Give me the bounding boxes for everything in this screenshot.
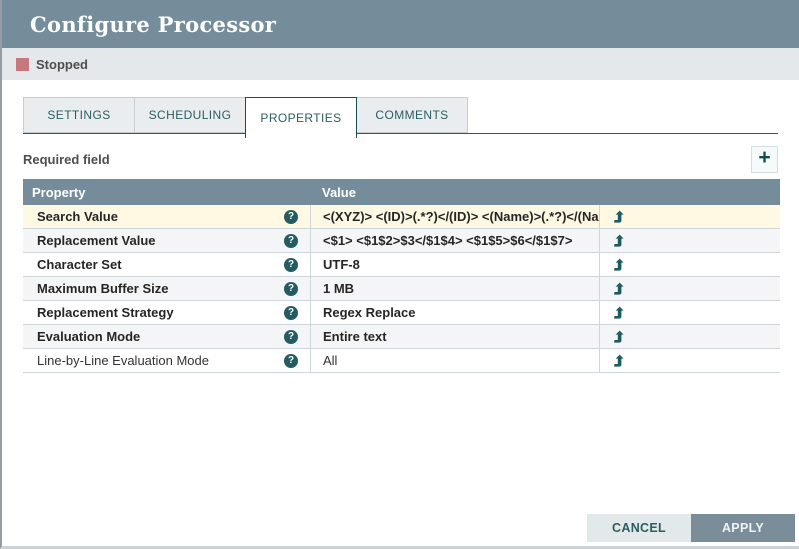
property-name: Maximum Buffer Size <box>37 281 284 296</box>
tab-comments[interactable]: COMMENTS <box>356 97 468 133</box>
column-header-value: Value <box>310 185 599 200</box>
tab-scheduling[interactable]: SCHEDULING <box>134 97 246 133</box>
table-row[interactable]: Maximum Buffer Size ? 1 MB <box>23 277 780 301</box>
tab-settings[interactable]: SETTINGS <box>23 97 135 133</box>
column-header-property: Property <box>23 185 310 200</box>
help-icon[interactable]: ? <box>284 354 298 368</box>
configure-processor-dialog: Configure Processor Stopped SETTINGS SCH… <box>0 0 799 549</box>
table-row[interactable]: Character Set ? UTF-8 <box>23 253 780 277</box>
property-value[interactable]: Regex Replace <box>310 301 599 324</box>
property-value[interactable]: Entire text <box>310 325 599 348</box>
property-value[interactable]: <$1> <$1$2>$3</$1$4> <$1$5>$6</$1$7> <box>310 229 599 252</box>
apply-button[interactable]: APPLY <box>691 514 795 542</box>
properties-table-body: Search Value ? <(XYZ)> <(ID)>(.*?)</(ID)… <box>23 205 780 373</box>
property-cell: Line-by-Line Evaluation Mode ? <box>23 349 310 372</box>
action-cell <box>599 301 780 324</box>
help-icon[interactable]: ? <box>284 330 298 344</box>
property-cell: Character Set ? <box>23 253 310 276</box>
property-name: Search Value <box>37 209 284 224</box>
add-property-button[interactable]: + <box>751 146 778 173</box>
property-value[interactable]: 1 MB <box>310 277 599 300</box>
dialog-content: SETTINGS SCHEDULING PROPERTIES COMMENTS … <box>2 97 799 373</box>
property-cell: Evaluation Mode ? <box>23 325 310 348</box>
level-up-arrow-icon[interactable] <box>613 354 625 367</box>
action-cell <box>599 277 780 300</box>
table-row[interactable]: Search Value ? <(XYZ)> <(ID)>(.*?)</(ID)… <box>23 205 780 229</box>
help-icon[interactable]: ? <box>284 210 298 224</box>
dialog-footer: CANCEL APPLY <box>587 514 795 542</box>
property-value[interactable]: All <box>310 349 599 372</box>
property-name: Evaluation Mode <box>37 329 284 344</box>
status-label: Stopped <box>36 57 88 72</box>
property-name: Replacement Value <box>37 233 284 248</box>
level-up-arrow-icon[interactable] <box>613 210 625 223</box>
help-icon[interactable]: ? <box>284 282 298 296</box>
properties-table: Property Value Search Value ? <(XYZ)> <(… <box>23 179 780 373</box>
action-cell <box>599 325 780 348</box>
properties-toolbar: Required field + <box>23 139 778 179</box>
level-up-arrow-icon[interactable] <box>613 306 625 319</box>
help-icon[interactable]: ? <box>284 234 298 248</box>
property-name: Character Set <box>37 257 284 272</box>
action-cell <box>599 349 780 372</box>
property-cell: Maximum Buffer Size ? <box>23 277 310 300</box>
status-bar: Stopped <box>2 48 799 80</box>
tab-bar: SETTINGS SCHEDULING PROPERTIES COMMENTS <box>23 97 778 138</box>
table-row[interactable]: Replacement Value ? <$1> <$1$2>$3</$1$4>… <box>23 229 780 253</box>
table-row[interactable]: Evaluation Mode ? Entire text <box>23 325 780 349</box>
stopped-status-icon <box>16 58 29 71</box>
table-row[interactable]: Replacement Strategy ? Regex Replace <box>23 301 780 325</box>
dialog-titlebar: Configure Processor <box>2 0 799 48</box>
property-name: Replacement Strategy <box>37 305 284 320</box>
property-name: Line-by-Line Evaluation Mode <box>37 353 284 368</box>
table-header: Property Value <box>23 179 780 205</box>
required-field-label: Required field <box>23 152 110 167</box>
level-up-arrow-icon[interactable] <box>613 234 625 247</box>
action-cell <box>599 253 780 276</box>
property-cell: Search Value ? <box>23 205 310 228</box>
help-icon[interactable]: ? <box>284 306 298 320</box>
action-cell <box>599 229 780 252</box>
cancel-button[interactable]: CANCEL <box>587 514 691 542</box>
help-icon[interactable]: ? <box>284 258 298 272</box>
add-icon: + <box>758 147 770 168</box>
level-up-arrow-icon[interactable] <box>613 282 625 295</box>
property-cell: Replacement Strategy ? <box>23 301 310 324</box>
action-cell <box>599 205 780 228</box>
level-up-arrow-icon[interactable] <box>613 258 625 271</box>
level-up-arrow-icon[interactable] <box>613 330 625 343</box>
tab-properties[interactable]: PROPERTIES <box>245 97 357 138</box>
table-row[interactable]: Line-by-Line Evaluation Mode ? All <box>23 349 780 373</box>
property-value[interactable]: UTF-8 <box>310 253 599 276</box>
property-cell: Replacement Value ? <box>23 229 310 252</box>
dialog-title: Configure Processor <box>30 12 276 37</box>
property-value[interactable]: <(XYZ)> <(ID)>(.*?)</(ID)> <(Name)>(.*?)… <box>310 205 599 228</box>
